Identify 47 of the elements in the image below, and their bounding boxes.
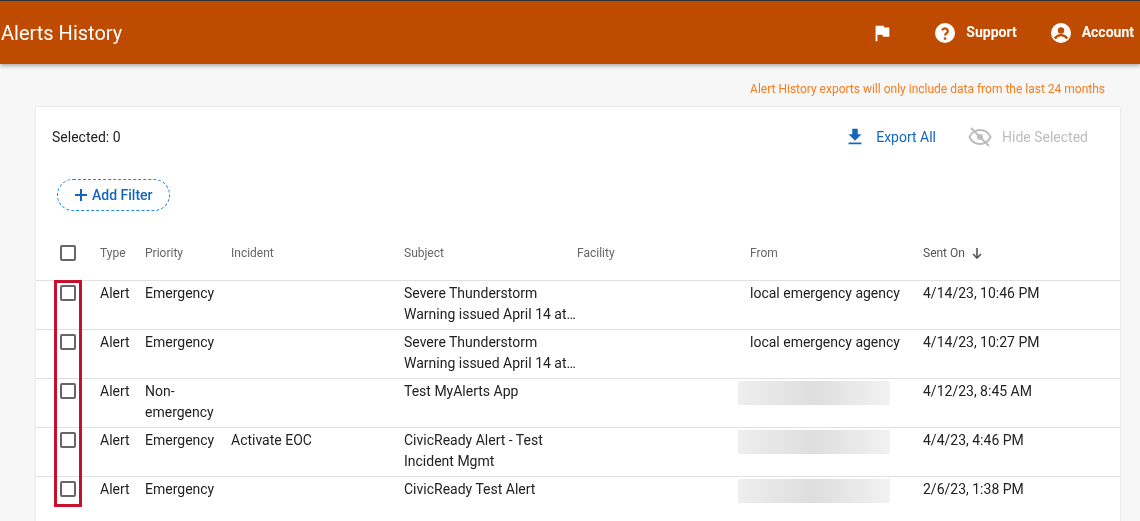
column-header[interactable]: Facility xyxy=(577,243,615,262)
column-header[interactable]: From xyxy=(750,243,778,262)
table-cell: 2/6/23, 1:38 PM xyxy=(923,481,1024,497)
checkbox[interactable] xyxy=(60,334,76,350)
export-notice: Alert History exports will only include data from the last 24 months xyxy=(750,81,1105,98)
table-cell: Activate EOC xyxy=(231,432,312,448)
table-cell: Alert xyxy=(100,383,130,399)
table-cell-text: Emergency xyxy=(145,480,216,499)
export-button[interactable]: Export All xyxy=(844,126,936,148)
table-cell-text: Severe Thunderstorm Warning issued April 14 at… xyxy=(404,333,577,373)
table-cell: local emergency agency xyxy=(750,334,900,350)
checkbox[interactable] xyxy=(60,481,76,497)
sort-arrow-icon xyxy=(970,246,983,259)
account-icon xyxy=(1048,20,1073,45)
table-cell-text: Non-emergency xyxy=(145,382,215,422)
table-cell: Alert xyxy=(100,432,130,448)
account-button[interactable]: Account xyxy=(1048,20,1134,45)
table-cell-text: Emergency xyxy=(145,333,216,352)
table-cell-text: Test MyAlerts App xyxy=(404,382,520,401)
eye-off-icon xyxy=(968,125,992,149)
plus-icon xyxy=(74,188,88,202)
table-cell: 4/4/23, 4:46 PM xyxy=(923,432,1024,448)
column-header[interactable]: Priority xyxy=(145,243,183,262)
table-cell: 4/14/23, 10:46 PM xyxy=(923,285,1040,301)
table-cell-text: CivicReady Alert - Test Incident Mgmt xyxy=(404,431,544,471)
checkbox[interactable] xyxy=(60,244,76,261)
table-cell: Alert xyxy=(100,334,130,350)
column-header[interactable]: Incident xyxy=(231,243,274,262)
checkbox[interactable] xyxy=(60,432,76,448)
table-cell-text: Emergency xyxy=(145,284,216,303)
checkbox[interactable] xyxy=(60,383,76,399)
table-cell: local emergency agency xyxy=(750,285,900,301)
table-cell: 4/12/23, 8:45 AM xyxy=(923,383,1032,399)
checkbox[interactable] xyxy=(60,285,76,301)
table-cell-text: Severe Thunderstorm Warning issued April 14 at… xyxy=(404,284,577,324)
table-cell-text: Emergency xyxy=(145,431,216,450)
table-cell: Alert xyxy=(100,481,130,497)
support-button[interactable]: Support xyxy=(933,20,1017,45)
column-header[interactable]: Subject xyxy=(404,243,444,262)
page-title: Alerts History xyxy=(0,19,123,47)
table-cell: Alert xyxy=(100,285,130,301)
help-icon xyxy=(933,20,958,45)
column-header[interactable]: Type xyxy=(100,243,126,262)
selected-count: Selected: 0 xyxy=(52,127,121,147)
table-cell: 4/14/23, 10:27 PM xyxy=(923,334,1040,350)
column-header[interactable]: Sent On xyxy=(923,243,983,262)
table-cell-text: CivicReady Test Alert xyxy=(404,480,537,499)
